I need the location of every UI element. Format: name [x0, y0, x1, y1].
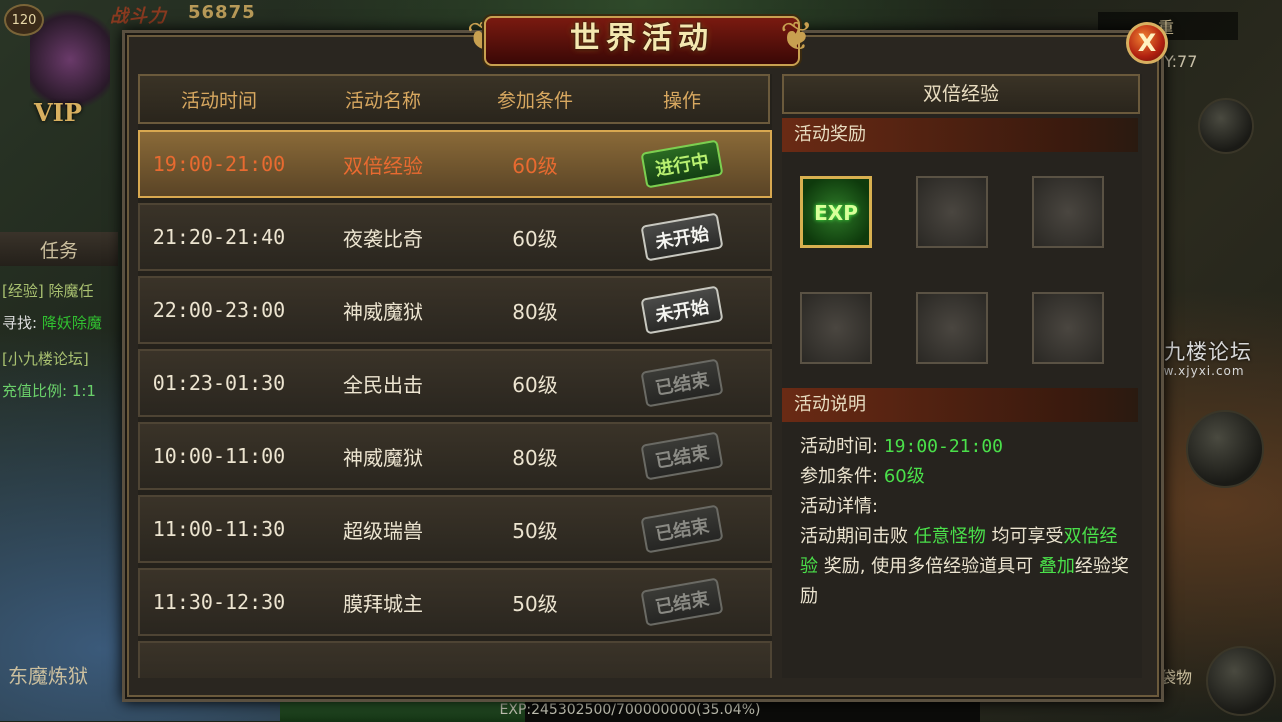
dialog-title-banner: ❦ 世界活动 ❦: [430, 6, 850, 66]
desc-part: 奖励, 使用多倍经验道具可: [818, 556, 1039, 577]
player-level-badge: 120: [4, 4, 44, 36]
banner-right-ornament: ❦: [780, 14, 814, 60]
table-header: 活动时间 活动名称 参加条件 操作: [138, 74, 770, 124]
exp-bar: EXP:245302500/700000000(35.04%): [280, 700, 980, 722]
location-label: 东魔炼狱: [8, 664, 88, 688]
activity-action-cell: 已结束: [602, 431, 762, 481]
attack-button[interactable]: [1206, 646, 1276, 716]
activity-time: 11:00-11:30: [152, 517, 286, 541]
reward-slot-empty: [1032, 176, 1104, 248]
info-condition-label: 参加条件:: [800, 466, 879, 487]
desc-part: 活动期间击败: [800, 526, 914, 547]
task-line-find[interactable]: 寻找: 降妖除魔: [2, 312, 120, 333]
activity-description: 活动期间击败 任意怪物 均可享受双倍经验 奖励, 使用多倍经验道具可 叠加经验奖…: [800, 522, 1130, 612]
column-header-condition: 参加条件: [496, 89, 573, 112]
activity-table[interactable]: 活动时间 活动名称 参加条件 操作 19:00-21:00 双倍经验 60级 进行中 2…: [138, 74, 772, 678]
activity-row[interactable]: 11:30-12:30 膜拜城主 50级 已结束: [138, 568, 772, 636]
info-time: 活动时间: 19:00-21:00: [800, 432, 1003, 458]
minimap-coordinates: Y:77: [1164, 52, 1198, 71]
activity-condition: 80级: [512, 299, 558, 324]
task-line-forum[interactable]: [小九楼论坛]: [2, 348, 120, 369]
reward-slot-empty: [916, 292, 988, 364]
activity-name: 全民出击: [343, 372, 423, 397]
activity-status-badge[interactable]: 未开始: [640, 285, 724, 335]
combat-power-label: 战斗力: [110, 6, 167, 27]
desc-highlight: 任意怪物: [913, 526, 986, 547]
dialog-title: 世界活动: [570, 21, 714, 56]
activity-name: 神威魔狱: [343, 445, 423, 470]
activity-action-cell: 未开始: [602, 212, 762, 262]
activity-condition: 50级: [512, 591, 558, 616]
task-line-quest[interactable]: [经验] 除魔任: [2, 280, 120, 301]
activity-action-cell: 已结束: [602, 577, 762, 627]
info-detail-label: 活动详情:: [800, 496, 879, 517]
activity-detail-panel: 双倍经验 活动奖励 EXP 活动说明 活动时间: 19:00-21:00 参加条…: [782, 74, 1142, 678]
column-header-time: 活动时间: [180, 89, 257, 112]
activity-row[interactable]: 19:00-21:00 双倍经验 60级 进行中: [138, 130, 772, 198]
desc-part: 均可享受: [985, 526, 1064, 547]
activity-name: 夜袭比奇: [343, 226, 423, 251]
activity-name: 超级瑞兽: [343, 518, 423, 543]
activity-time: 10:00-11:00: [152, 444, 286, 468]
info-section-heading: 活动说明: [782, 388, 1138, 422]
info-condition-value: 60级: [883, 466, 925, 487]
exp-bar-text: EXP:245302500/700000000(35.04%): [499, 702, 761, 718]
reward-section-heading: 活动奖励: [782, 118, 1138, 152]
combat-power-value: 56875: [188, 2, 256, 23]
task-find-prefix: 寻找:: [2, 314, 42, 332]
activity-action-cell: 已结束: [602, 358, 762, 408]
activity-status-badge[interactable]: 未开始: [640, 212, 724, 262]
activity-row[interactable]: 10:00-11:00 神威魔狱 80级 已结束: [138, 422, 772, 490]
activity-row[interactable]: 11:00-11:30 超级瑞兽 50级 已结束: [138, 495, 772, 563]
activity-action-cell: [602, 663, 762, 678]
activity-status-badge: 已结束: [640, 358, 724, 408]
reward-slot-empty: [1032, 292, 1104, 364]
activity-condition: 50级: [512, 518, 558, 543]
activity-name: 膜拜城主: [343, 591, 423, 616]
close-button[interactable]: X: [1126, 22, 1168, 64]
activity-row[interactable]: 21:20-21:40 夜袭比奇 60级 未开始: [138, 203, 772, 271]
activity-status-badge: 已结束: [640, 577, 724, 627]
activity-time: 21:20-21:40: [152, 225, 286, 249]
skill-button[interactable]: [1186, 410, 1264, 488]
activity-time: 01:23-01:30: [152, 371, 286, 395]
activity-row[interactable]: 01:23-01:30 全民出击 60级 已结束: [138, 349, 772, 417]
activity-condition: 60级: [512, 153, 558, 178]
activity-status-badge: 已结束: [640, 431, 724, 481]
activity-name: 神威魔狱: [343, 299, 423, 324]
reward-slot-empty: [916, 176, 988, 248]
task-line-recharge: 充值比例: 1:1: [2, 382, 96, 400]
activity-action-cell: 已结束: [602, 504, 762, 554]
vip-badge[interactable]: VIP: [34, 98, 104, 132]
activity-time: 22:00-23:00: [152, 298, 286, 322]
task-tab[interactable]: 任务: [0, 232, 118, 266]
activity-action-cell: 进行中: [602, 139, 762, 189]
exp-reward-icon: EXP: [814, 201, 858, 225]
activity-action-cell: 未开始: [602, 285, 762, 335]
activity-row[interactable]: [138, 641, 772, 678]
info-condition: 参加条件: 60级: [800, 462, 925, 488]
desc-highlight: 叠加: [1038, 556, 1075, 577]
activity-time: 11:30-12:30: [152, 590, 286, 614]
activity-time: 19:00-21:00: [152, 152, 286, 176]
info-time-label: 活动时间:: [800, 436, 879, 457]
info-time-value: 19:00-21:00: [883, 436, 1004, 457]
detail-title: 双倍经验: [782, 74, 1140, 114]
reward-slot-exp[interactable]: EXP: [800, 176, 872, 248]
activity-condition: 60级: [512, 226, 558, 251]
column-header-name: 活动名称: [344, 89, 421, 112]
activity-status-badge: 已结束: [640, 504, 724, 554]
settings-gear-icon[interactable]: [1198, 98, 1254, 154]
column-header-action: 操作: [662, 89, 701, 112]
activity-row[interactable]: 22:00-23:00 神威魔狱 80级 未开始: [138, 276, 772, 344]
reward-slot-empty: [800, 292, 872, 364]
activity-condition: 80级: [512, 445, 558, 470]
task-find-target[interactable]: 降妖除魔: [42, 314, 102, 332]
activity-status-badge[interactable]: 进行中: [640, 139, 724, 189]
activity-name: 双倍经验: [343, 153, 423, 178]
activity-condition: 60级: [512, 372, 558, 397]
side-button-label[interactable]: 袋物: [1160, 664, 1192, 688]
